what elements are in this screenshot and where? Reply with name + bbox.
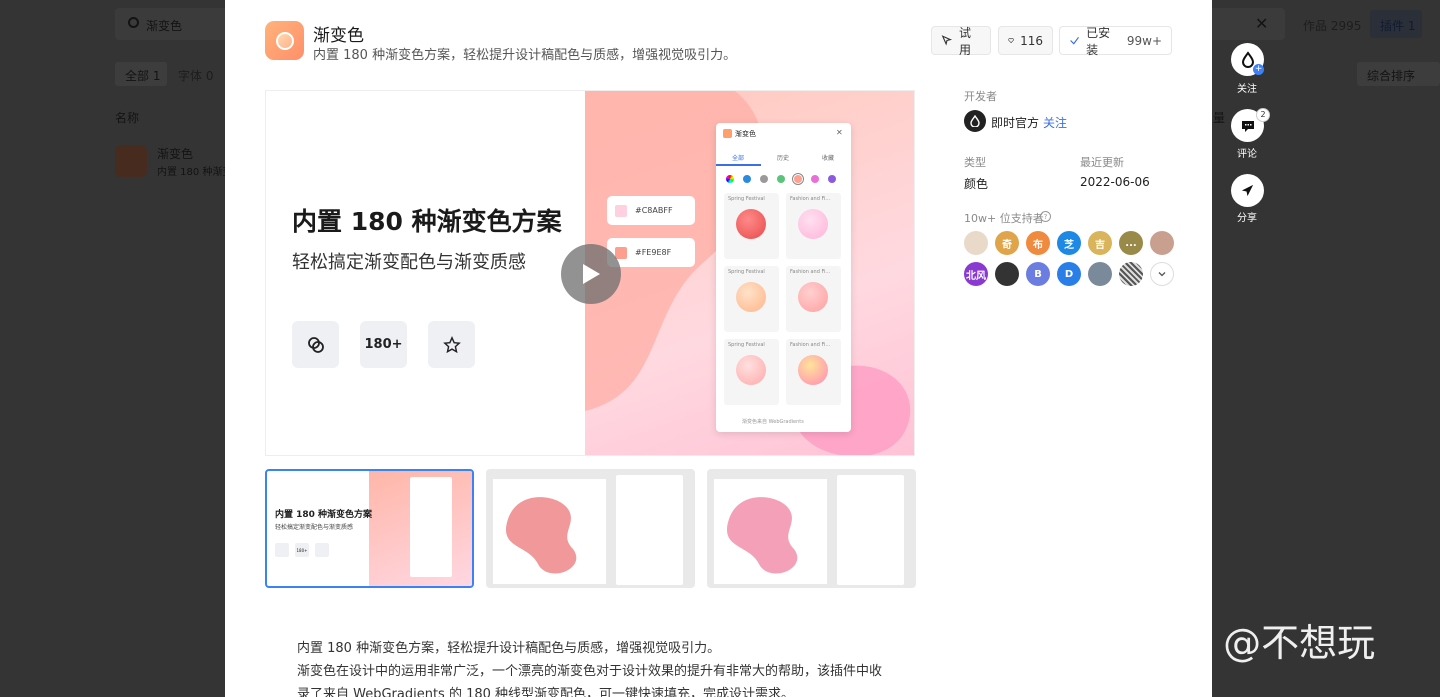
install-count: 99w+ [1126, 33, 1162, 48]
swatch-color-2 [615, 246, 627, 259]
panel-close-icon: ✕ [836, 128, 843, 137]
zhihu-watermark: 知乎 @不想玩 [1135, 621, 1376, 665]
preview-main: 内置 180 种渐变色方案 轻松搞定渐变配色与渐变质感 180+ #C8ABFF… [265, 90, 915, 456]
developer-avatar[interactable] [964, 110, 986, 132]
panel-card-label-1: Spring Festival [728, 196, 765, 202]
panel-card-label-4: Fashion and Fi... [790, 269, 831, 275]
supporter-avatar[interactable]: 布 [1026, 231, 1050, 255]
like-button[interactable]: 116 [998, 26, 1053, 55]
comment-label: 评论 [1237, 149, 1257, 160]
play-button[interactable] [561, 244, 621, 304]
share-button[interactable] [1231, 174, 1264, 207]
panel-card-4: Fashion and Fi... [786, 266, 841, 332]
updated-label: 最近更新 [1080, 156, 1124, 169]
thumb1-badge: 180+ [295, 543, 309, 557]
developer-name[interactable]: 即时官方 [991, 114, 1039, 131]
link-icon [307, 336, 324, 353]
supporter-avatar[interactable] [964, 231, 988, 255]
supporter-avatar[interactable]: 北风 [964, 262, 988, 286]
thumbnail-3[interactable] [707, 469, 916, 588]
try-label: 试用 [958, 25, 971, 57]
cursor-icon [941, 35, 953, 46]
swatch-chip-1: #C8ABFF [607, 196, 695, 225]
supporter-avatar[interactable]: 奇 [995, 231, 1019, 255]
send-icon [1241, 184, 1254, 197]
help-icon[interactable]: ? [1040, 211, 1051, 222]
panel-card-2: Fashion and Fi... [786, 193, 841, 259]
supporter-avatar[interactable]: 吉 [1088, 231, 1112, 255]
panel-tab-history: 历史 [777, 155, 790, 162]
panel-card-6: Fashion and Fi... [786, 339, 841, 405]
supporter-avatar[interactable] [1119, 262, 1143, 286]
thumbnail-1[interactable]: 内置 180 种渐变色方案 轻松搞定渐变配色与渐变质感 180+ [265, 469, 474, 588]
supporter-avatar[interactable]: B [1026, 262, 1050, 286]
supporter-avatar[interactable]: D [1057, 262, 1081, 286]
developer-label: 开发者 [964, 90, 997, 103]
preview-feature-star [428, 321, 475, 368]
share-label: 分享 [1237, 213, 1257, 224]
panel-card-1: Spring Festival [724, 193, 779, 259]
panel-card-label-6: Fashion and Fi... [790, 342, 831, 348]
play-icon [583, 264, 600, 284]
preview-feature-count: 180+ [360, 321, 407, 368]
panel-color-dots [726, 173, 836, 185]
swatch-color-1 [615, 204, 627, 217]
more-supporters-button[interactable] [1150, 262, 1174, 286]
panel-title: 渐变色 [735, 130, 756, 138]
panel-card-label-5: Spring Festival [728, 342, 765, 348]
panel-icon [723, 129, 732, 138]
supporter-avatar[interactable]: ... [1119, 231, 1143, 255]
thumbnail-2[interactable] [486, 469, 695, 588]
preview-feature-link [292, 321, 339, 368]
panel-mockup: 渐变色 ✕ 全部 历史 收藏 Spring Festival Fashion a… [716, 123, 851, 432]
drop-logo-icon [970, 115, 980, 127]
swatch-hex-1: #C8ABFF [635, 206, 673, 215]
supporter-avatar[interactable]: 芝 [1057, 231, 1081, 255]
details-line-2: 渐变色在设计中的运用非常广泛，一个漂亮的渐变色对于设计效果的提升有非常大的帮助，… [297, 664, 883, 679]
plugin-description: 内置 180 种渐变色方案，轻松提升设计稿配色与质感，增强视觉吸引力。 [313, 48, 737, 63]
panel-card-3: Spring Festival [724, 266, 779, 332]
installed-button[interactable]: 已安装 99w+ [1059, 25, 1172, 57]
supporter-avatar[interactable] [995, 262, 1019, 286]
panel-card-label-2: Fashion and Fi... [790, 196, 831, 202]
plus-icon: + [1253, 64, 1264, 75]
comment-icon [1241, 120, 1254, 132]
comment-count-badge: 2 [1256, 108, 1270, 122]
plugin-detail-modal: 渐变色 内置 180 种渐变色方案，轻松提升设计稿配色与质感，增强视觉吸引力。 … [225, 0, 1212, 697]
like-count: 116 [1020, 33, 1043, 48]
details-line-3: 录了来自 WebGradients 的 180 种线型渐变配色，可一键快速填充，… [297, 687, 795, 697]
preview-count-badge: 180+ [364, 337, 403, 352]
panel-card-label-3: Spring Festival [728, 269, 765, 275]
supporters-label: 10w+ 位支持者 [964, 212, 1044, 225]
thumb1-subline: 轻松搞定渐变配色与渐变质感 [275, 524, 354, 531]
panel-tab-fav: 收藏 [822, 155, 835, 162]
try-button[interactable]: 试用 [931, 25, 991, 57]
supporter-avatar[interactable] [1088, 262, 1112, 286]
chevron-down-icon [1158, 272, 1166, 277]
star-icon [442, 335, 461, 353]
plugin-icon [265, 21, 304, 60]
panel-tab-all: 全部 [732, 155, 745, 162]
heart-icon [1008, 38, 1014, 44]
type-label: 类型 [964, 156, 986, 169]
supporter-avatar[interactable] [1150, 231, 1174, 255]
panel-footer: 渐变色来自 WebGradients [742, 419, 804, 425]
swatch-hex-2: #FE9E8F [635, 248, 672, 257]
updated-value: 2022-06-06 [1080, 175, 1150, 189]
plugin-name: 渐变色 [313, 26, 364, 46]
preview-headline: 内置 180 种渐变色方案 [292, 207, 562, 236]
details-line-1: 内置 180 种渐变色方案，轻松提升设计稿配色与质感，增强视觉吸引力。 [297, 641, 721, 656]
thumb1-headline: 内置 180 种渐变色方案 [275, 510, 373, 520]
check-icon [1070, 36, 1079, 45]
type-value: 颜色 [964, 177, 989, 191]
swatch-chip-2: #FE9E8F [607, 238, 695, 267]
installed-label: 已安装 [1086, 25, 1111, 57]
developer-follow-link[interactable]: 关注 [1043, 114, 1067, 131]
panel-tab-underline [716, 164, 761, 166]
panel-card-5: Spring Festival [724, 339, 779, 405]
follow-label: 关注 [1237, 84, 1257, 95]
preview-subline: 轻松搞定渐变配色与渐变质感 [292, 252, 526, 273]
